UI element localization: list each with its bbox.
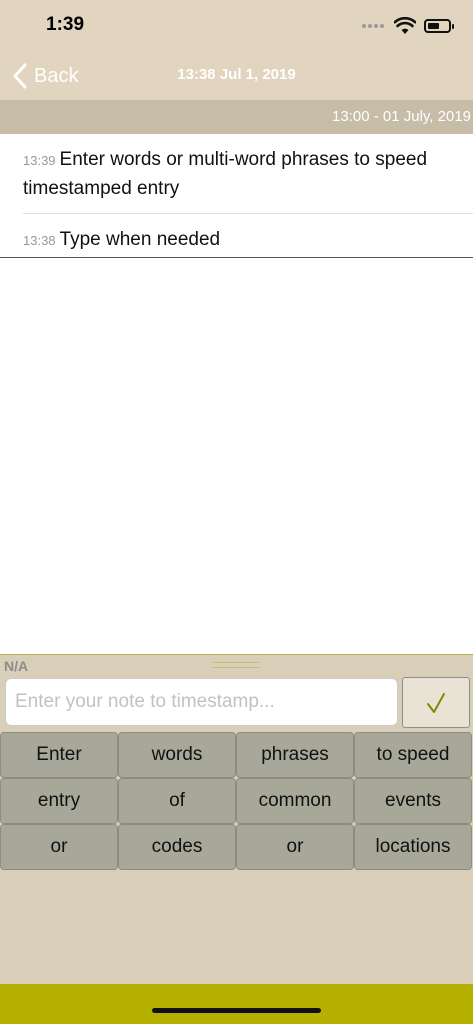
phrase-key[interactable]: or: [236, 824, 354, 870]
submit-button[interactable]: [402, 677, 470, 728]
entry-text: Enter words or multi-word phrases to spe…: [23, 149, 428, 199]
compose-panel: N/A Enter words phrases to speed entry o…: [0, 654, 473, 984]
phrase-key[interactable]: common: [236, 778, 354, 824]
phrase-key[interactable]: locations: [354, 824, 472, 870]
category-label: N/A: [4, 658, 29, 674]
phrase-key[interactable]: entry: [0, 778, 118, 824]
status-time: 1:39: [46, 14, 85, 35]
note-input[interactable]: [5, 678, 398, 726]
entry-list: 13:39 Enter words or multi-word phrases t…: [0, 134, 473, 265]
cellular-signal-icon: [362, 24, 384, 28]
entry-timestamp: 13:38: [23, 233, 56, 248]
entry-timestamp: 13:39: [23, 153, 56, 168]
phrase-key[interactable]: codes: [118, 824, 236, 870]
phrase-key[interactable]: of: [118, 778, 236, 824]
drag-handle[interactable]: [213, 662, 259, 668]
home-indicator[interactable]: [152, 1008, 321, 1013]
bottom-bar: [0, 984, 473, 1024]
list-divider: [0, 257, 473, 258]
list-item[interactable]: 13:39 Enter words or multi-word phrases t…: [23, 134, 473, 214]
phrase-key[interactable]: or: [0, 824, 118, 870]
section-header: 13:00 - 01 July, 2019: [0, 100, 473, 134]
phrase-key[interactable]: words: [118, 732, 236, 778]
battery-icon: [424, 19, 454, 33]
checkmark-icon: [427, 692, 445, 713]
phrase-keyboard: Enter words phrases to speed entry of co…: [0, 732, 473, 870]
wifi-icon: [394, 17, 416, 34]
phrase-key[interactable]: phrases: [236, 732, 354, 778]
entry-text: Type when needed: [59, 229, 221, 250]
status-icons: [362, 14, 454, 38]
phrase-key[interactable]: to speed: [354, 732, 472, 778]
navigation-header: 1:39 Back 13:38 Jul 1, 2019: [0, 0, 473, 100]
phrase-key[interactable]: Enter: [0, 732, 118, 778]
page-title: 13:38 Jul 1, 2019: [177, 66, 296, 83]
phrase-key[interactable]: events: [354, 778, 472, 824]
